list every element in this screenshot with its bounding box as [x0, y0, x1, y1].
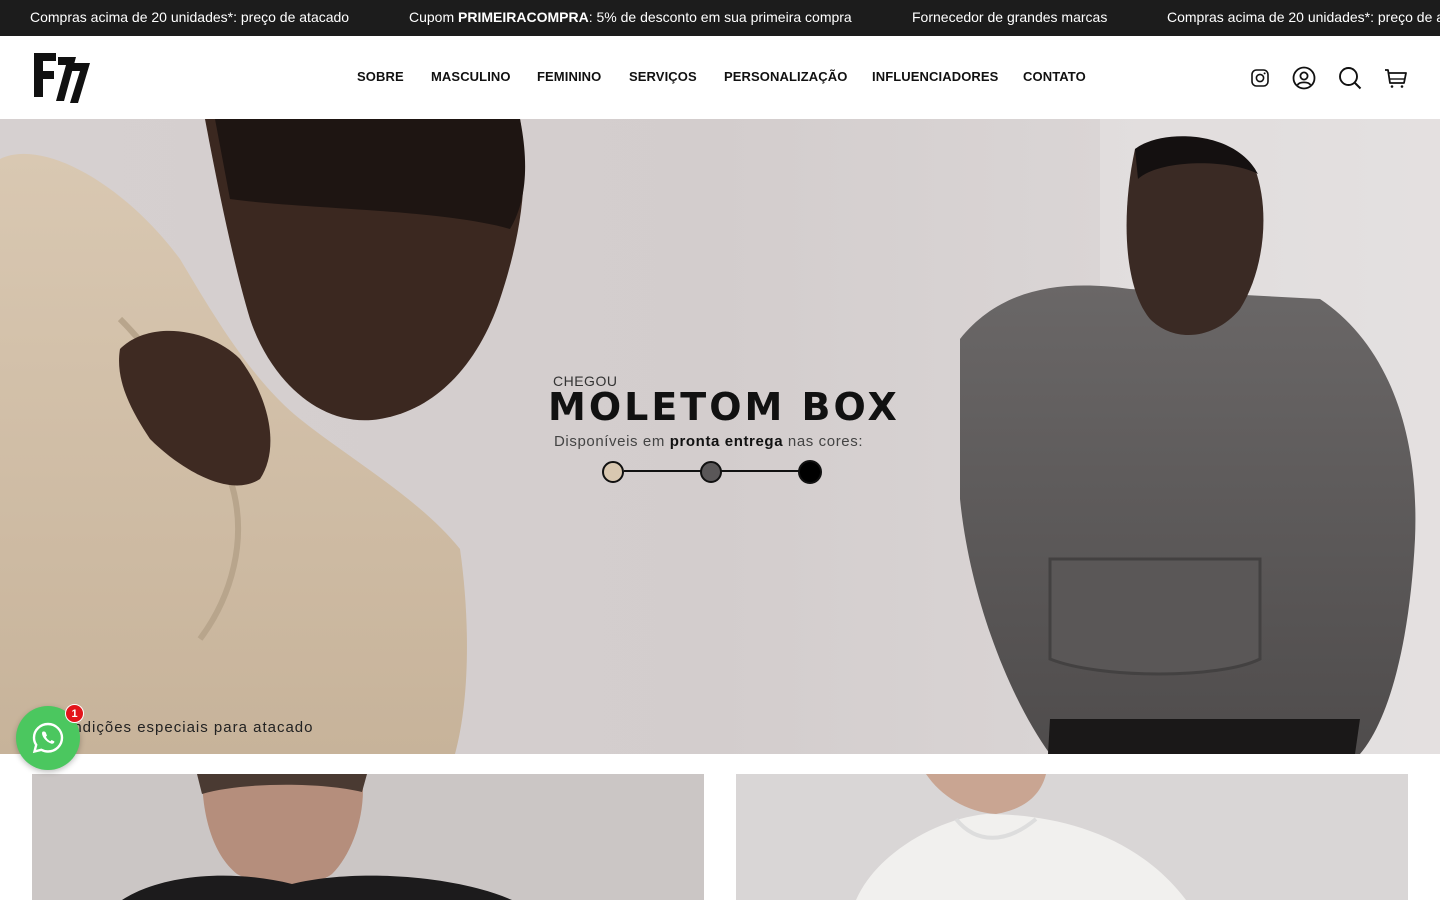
nav-link-contato[interactable]: CONTATO — [1023, 69, 1086, 84]
nav-link-servicos[interactable]: SERVIÇOS — [629, 69, 697, 84]
main-navigation: SOBRE MASCULINO FEMININO SERVIÇOS PERSON… — [0, 69, 1440, 87]
collection-card-feminino[interactable] — [736, 774, 1408, 900]
announcement-bar: Compras acima de 20 unidades*: preço de … — [0, 0, 1440, 36]
site-header: SOBRE MASCULINO FEMININO SERVIÇOS PERSON… — [0, 36, 1440, 119]
whatsapp-icon — [32, 722, 64, 754]
collection-card-masculino[interactable] — [32, 774, 704, 900]
announcement-item: Compras acima de 20 unidades*: preço de … — [30, 9, 350, 25]
notification-badge: 1 — [65, 704, 84, 723]
announcement-item: Compras acima de 20 unidades*: preço de … — [1167, 9, 1440, 25]
instagram-icon[interactable] — [1248, 66, 1272, 90]
hero-title: MOLETOM BOX — [548, 385, 900, 429]
account-icon[interactable] — [1292, 66, 1316, 90]
nav-link-masculino[interactable]: MASCULINO — [431, 69, 511, 84]
swatch-connector — [720, 470, 800, 472]
cart-icon[interactable] — [1384, 66, 1408, 90]
hero-content: CHEGOU MOLETOM BOX Disponíveis em pronta… — [0, 119, 1440, 754]
collection-photo — [736, 774, 1408, 900]
nav-link-influenciadores[interactable]: INFLUENCIADORES — [872, 69, 998, 84]
nav-link-personalizacao[interactable]: PERSONALIZAÇÃO — [724, 69, 847, 84]
nav-link-sobre[interactable]: SOBRE — [357, 69, 404, 84]
announcement-item: Cupom PRIMEIRACOMPRA: 5% de desconto em … — [409, 9, 852, 25]
announcement-item: Fornecedor de grandes marcas — [912, 9, 1108, 25]
color-swatch-beige — [602, 461, 624, 483]
collection-photo — [32, 774, 704, 900]
search-icon[interactable] — [1338, 66, 1362, 90]
nav-link-feminino[interactable]: FEMININO — [537, 69, 601, 84]
hero-subtitle: Disponíveis em pronta entrega nas cores: — [554, 433, 864, 450]
hero-banner[interactable]: CHEGOU MOLETOM BOX Disponíveis em pronta… — [0, 119, 1440, 754]
swatch-connector — [624, 470, 702, 472]
color-swatch-black — [798, 460, 822, 484]
color-swatch-grey — [700, 461, 722, 483]
hero-footnote: ondições especiais para atacado — [64, 719, 314, 736]
